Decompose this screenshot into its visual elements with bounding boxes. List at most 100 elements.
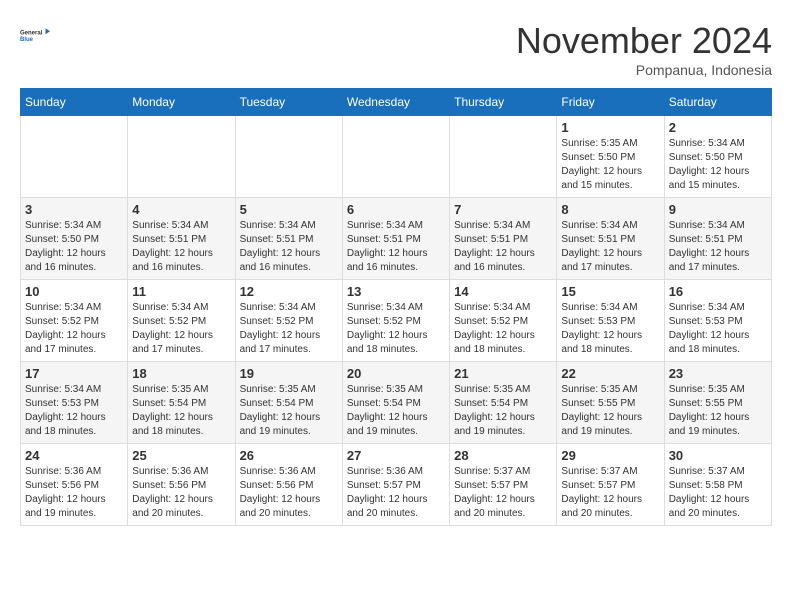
calendar-cell: 30 Sunrise: 5:37 AM Sunset: 5:58 PM Dayli… <box>664 444 771 526</box>
logo-icon: GeneralBlue <box>20 20 50 50</box>
day-info: Sunrise: 5:34 AM Sunset: 5:52 PM Dayligh… <box>132 301 230 357</box>
day-info: Sunrise: 5:35 AM Sunset: 5:55 PM Dayligh… <box>669 383 767 439</box>
day-info: Sunrise: 5:35 AM Sunset: 5:54 PM Dayligh… <box>454 383 552 439</box>
day-info: Sunrise: 5:34 AM Sunset: 5:52 PM Dayligh… <box>454 301 552 357</box>
day-number: 11 <box>132 284 230 299</box>
day-info: Sunrise: 5:34 AM Sunset: 5:51 PM Dayligh… <box>347 219 445 275</box>
calendar-week-row-4: 17Sunrise: 5:34 AM Sunset: 5:53 PM Dayli… <box>21 362 772 444</box>
month-title: November 2024 <box>516 20 772 62</box>
day-number: 1 <box>561 120 659 135</box>
day-info: Sunrise: 5:34 AM Sunset: 5:51 PM Dayligh… <box>132 219 230 275</box>
calendar-cell: 16Sunrise: 5:34 AM Sunset: 5:53 PM Dayli… <box>664 280 771 362</box>
calendar-header-wednesday: Wednesday <box>342 89 449 116</box>
day-info: Sunrise: 5:35 AM Sunset: 5:54 PM Dayligh… <box>240 383 338 439</box>
day-number: 25 <box>132 448 230 463</box>
calendar-header-friday: Friday <box>557 89 664 116</box>
calendar-cell <box>128 116 235 198</box>
day-number: 17 <box>25 366 123 381</box>
day-number: 9 <box>669 202 767 217</box>
calendar-cell: 8Sunrise: 5:34 AM Sunset: 5:51 PM Daylig… <box>557 198 664 280</box>
day-info: Sunrise: 5:37 AM Sunset: 5:57 PM Dayligh… <box>561 465 659 521</box>
day-number: 20 <box>347 366 445 381</box>
day-number: 5 <box>240 202 338 217</box>
day-number: 4 <box>132 202 230 217</box>
day-number: 15 <box>561 284 659 299</box>
calendar-header-monday: Monday <box>128 89 235 116</box>
location: Pompanua, Indonesia <box>516 62 772 78</box>
calendar-cell: 11 Sunrise: 5:34 AM Sunset: 5:52 PM Dayli… <box>128 280 235 362</box>
calendar-cell: 3Sunrise: 5:34 AM Sunset: 5:50 PM Daylig… <box>21 198 128 280</box>
day-number: 16 <box>669 284 767 299</box>
logo: GeneralBlue <box>20 20 50 50</box>
calendar-week-row-1: 1 Sunrise: 5:35 AM Sunset: 5:50 PM Daylig… <box>21 116 772 198</box>
day-number: 23 <box>669 366 767 381</box>
calendar-header-row: SundayMondayTuesdayWednesdayThursdayFrid… <box>21 89 772 116</box>
calendar-header-sunday: Sunday <box>21 89 128 116</box>
calendar-cell: 6Sunrise: 5:34 AM Sunset: 5:51 PM Daylig… <box>342 198 449 280</box>
calendar-week-row-5: 24 Sunrise: 5:36 AM Sunset: 5:56 PM Dayli… <box>21 444 772 526</box>
day-info: Sunrise: 5:34 AM Sunset: 5:50 PM Dayligh… <box>669 137 767 193</box>
calendar-cell: 25 Sunrise: 5:36 AM Sunset: 5:56 PM Dayli… <box>128 444 235 526</box>
day-number: 10 <box>25 284 123 299</box>
calendar-cell <box>235 116 342 198</box>
calendar-body: 1 Sunrise: 5:35 AM Sunset: 5:50 PM Daylig… <box>21 116 772 526</box>
day-number: 14 <box>454 284 552 299</box>
svg-text:General: General <box>20 30 43 36</box>
calendar-cell: 18 Sunrise: 5:35 AM Sunset: 5:54 PM Dayli… <box>128 362 235 444</box>
calendar-cell: 26Sunrise: 5:36 AM Sunset: 5:56 PM Dayli… <box>235 444 342 526</box>
calendar-header-saturday: Saturday <box>664 89 771 116</box>
day-number: 29 <box>561 448 659 463</box>
calendar-cell: 10 Sunrise: 5:34 AM Sunset: 5:52 PM Dayli… <box>21 280 128 362</box>
day-info: Sunrise: 5:35 AM Sunset: 5:50 PM Dayligh… <box>561 137 659 193</box>
day-number: 8 <box>561 202 659 217</box>
calendar-cell: 24 Sunrise: 5:36 AM Sunset: 5:56 PM Dayli… <box>21 444 128 526</box>
day-info: Sunrise: 5:34 AM Sunset: 5:51 PM Dayligh… <box>454 219 552 275</box>
day-info: Sunrise: 5:34 AM Sunset: 5:52 PM Dayligh… <box>240 301 338 357</box>
day-info: Sunrise: 5:35 AM Sunset: 5:54 PM Dayligh… <box>132 383 230 439</box>
svg-text:Blue: Blue <box>20 37 34 43</box>
day-info: Sunrise: 5:34 AM Sunset: 5:51 PM Dayligh… <box>240 219 338 275</box>
calendar-cell: 9 Sunrise: 5:34 AM Sunset: 5:51 PM Daylig… <box>664 198 771 280</box>
day-number: 28 <box>454 448 552 463</box>
calendar-cell: 21Sunrise: 5:35 AM Sunset: 5:54 PM Dayli… <box>450 362 557 444</box>
calendar-cell: 27 Sunrise: 5:36 AM Sunset: 5:57 PM Dayli… <box>342 444 449 526</box>
calendar-cell: 15 Sunrise: 5:34 AM Sunset: 5:53 PM Dayli… <box>557 280 664 362</box>
calendar-cell: 20 Sunrise: 5:35 AM Sunset: 5:54 PM Dayli… <box>342 362 449 444</box>
calendar-cell: 28 Sunrise: 5:37 AM Sunset: 5:57 PM Dayli… <box>450 444 557 526</box>
day-info: Sunrise: 5:36 AM Sunset: 5:56 PM Dayligh… <box>132 465 230 521</box>
day-info: Sunrise: 5:34 AM Sunset: 5:52 PM Dayligh… <box>347 301 445 357</box>
calendar-cell: 12 Sunrise: 5:34 AM Sunset: 5:52 PM Dayli… <box>235 280 342 362</box>
day-info: Sunrise: 5:34 AM Sunset: 5:53 PM Dayligh… <box>561 301 659 357</box>
day-info: Sunrise: 5:36 AM Sunset: 5:56 PM Dayligh… <box>240 465 338 521</box>
day-info: Sunrise: 5:34 AM Sunset: 5:52 PM Dayligh… <box>25 301 123 357</box>
day-number: 27 <box>347 448 445 463</box>
day-number: 3 <box>25 202 123 217</box>
calendar-week-row-2: 3Sunrise: 5:34 AM Sunset: 5:50 PM Daylig… <box>21 198 772 280</box>
calendar-cell: 14 Sunrise: 5:34 AM Sunset: 5:52 PM Dayli… <box>450 280 557 362</box>
day-number: 24 <box>25 448 123 463</box>
day-info: Sunrise: 5:37 AM Sunset: 5:57 PM Dayligh… <box>454 465 552 521</box>
day-number: 30 <box>669 448 767 463</box>
calendar-cell <box>21 116 128 198</box>
day-info: Sunrise: 5:37 AM Sunset: 5:58 PM Dayligh… <box>669 465 767 521</box>
calendar-cell: 13 Sunrise: 5:34 AM Sunset: 5:52 PM Dayli… <box>342 280 449 362</box>
day-info: Sunrise: 5:35 AM Sunset: 5:54 PM Dayligh… <box>347 383 445 439</box>
day-number: 12 <box>240 284 338 299</box>
day-number: 18 <box>132 366 230 381</box>
calendar-cell <box>342 116 449 198</box>
calendar-cell: 29 Sunrise: 5:37 AM Sunset: 5:57 PM Dayli… <box>557 444 664 526</box>
calendar-week-row-3: 10 Sunrise: 5:34 AM Sunset: 5:52 PM Dayli… <box>21 280 772 362</box>
day-info: Sunrise: 5:36 AM Sunset: 5:56 PM Dayligh… <box>25 465 123 521</box>
day-info: Sunrise: 5:34 AM Sunset: 5:51 PM Dayligh… <box>669 219 767 275</box>
calendar-cell: 5 Sunrise: 5:34 AM Sunset: 5:51 PM Daylig… <box>235 198 342 280</box>
day-info: Sunrise: 5:36 AM Sunset: 5:57 PM Dayligh… <box>347 465 445 521</box>
calendar-header-tuesday: Tuesday <box>235 89 342 116</box>
calendar-cell: 7Sunrise: 5:34 AM Sunset: 5:51 PM Daylig… <box>450 198 557 280</box>
calendar-table: SundayMondayTuesdayWednesdayThursdayFrid… <box>20 88 772 526</box>
calendar-cell: 23 Sunrise: 5:35 AM Sunset: 5:55 PM Dayli… <box>664 362 771 444</box>
calendar-cell: 4 Sunrise: 5:34 AM Sunset: 5:51 PM Daylig… <box>128 198 235 280</box>
calendar-cell: 17Sunrise: 5:34 AM Sunset: 5:53 PM Dayli… <box>21 362 128 444</box>
day-number: 13 <box>347 284 445 299</box>
calendar-cell: 22Sunrise: 5:35 AM Sunset: 5:55 PM Dayli… <box>557 362 664 444</box>
title-block: November 2024 Pompanua, Indonesia <box>516 20 772 78</box>
